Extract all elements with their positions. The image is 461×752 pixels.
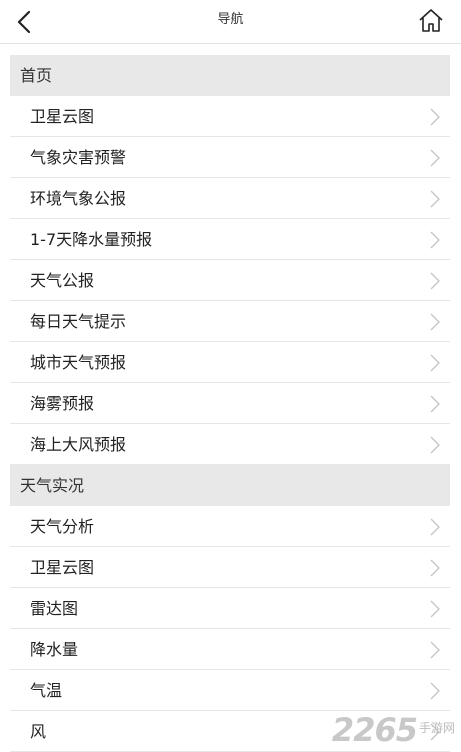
nav-item-label: 雷达图: [30, 599, 79, 618]
nav-item-label: 卫星云图: [30, 558, 95, 577]
nav-item-label: 每日天气提示: [30, 312, 127, 331]
nav-item[interactable]: 海雾预报: [10, 383, 450, 424]
nav-item-label: 城市天气预报: [30, 353, 127, 372]
chevron-left-icon: [17, 10, 31, 34]
chevron-right-icon: [430, 108, 440, 126]
chevron-right-icon: [430, 518, 440, 536]
nav-item[interactable]: 1-7天降水量预报: [10, 219, 450, 260]
chevron-right-icon: [430, 641, 440, 659]
chevron-right-icon: [430, 272, 440, 290]
nav-item[interactable]: 城市天气预报: [10, 342, 450, 383]
chevron-right-icon: [430, 231, 440, 249]
home-button[interactable]: [415, 4, 447, 36]
chevron-right-icon: [430, 682, 440, 700]
nav-item[interactable]: 雷达图: [10, 588, 450, 629]
nav-item-label: 风: [30, 722, 47, 741]
chevron-right-icon: [430, 190, 440, 208]
nav-item[interactable]: 气温: [10, 670, 450, 711]
chevron-right-icon: [430, 354, 440, 372]
section-header: 首页: [10, 55, 450, 96]
nav-item[interactable]: 天气公报: [10, 260, 450, 301]
nav-item[interactable]: 卫星云图: [10, 547, 450, 588]
nav-item[interactable]: 风: [10, 711, 450, 752]
nav-item-label: 海雾预报: [30, 394, 95, 413]
section-header: 天气实况: [10, 465, 450, 506]
nav-item-label: 天气公报: [30, 271, 95, 290]
chevron-right-icon: [430, 436, 440, 454]
nav-list: 首页 卫星云图 气象灾害预警 环境气象公报 1-7天降水量预报 天气公报 每日天气提示 城市天…: [10, 55, 450, 752]
chevron-right-icon: [430, 559, 440, 577]
nav-item[interactable]: 气象灾害预警: [10, 137, 450, 178]
nav-item[interactable]: 天气分析: [10, 506, 450, 547]
nav-item[interactable]: 环境气象公报: [10, 178, 450, 219]
nav-item-label: 卫星云图: [30, 107, 95, 126]
back-button[interactable]: [8, 6, 40, 38]
chevron-right-icon: [430, 313, 440, 331]
nav-item-label: 气温: [30, 681, 63, 700]
nav-item-label: 环境气象公报: [30, 189, 127, 208]
app-screen: 导航 首页 卫星云图 气象灾害预警 环境气象公报 1-7天降水量预报 天气公报 每日天气提示…: [0, 0, 461, 752]
nav-item-label: 海上大风预报: [30, 435, 127, 454]
nav-item-label: 降水量: [30, 640, 79, 659]
chevron-right-icon: [430, 600, 440, 618]
nav-item-label: 天气分析: [30, 517, 95, 536]
nav-item[interactable]: 每日天气提示: [10, 301, 450, 342]
nav-item-label: 气象灾害预警: [30, 148, 127, 167]
home-icon: [419, 9, 443, 32]
nav-item[interactable]: 卫星云图: [10, 96, 450, 137]
chevron-right-icon: [430, 395, 440, 413]
nav-item[interactable]: 降水量: [10, 629, 450, 670]
chevron-right-icon: [430, 149, 440, 167]
chevron-right-icon: [430, 723, 440, 741]
page-title: 导航: [217, 12, 244, 27]
nav-item[interactable]: 海上大风预报: [10, 424, 450, 465]
nav-item-label: 1-7天降水量预报: [30, 230, 153, 249]
top-bar: 导航: [0, 0, 461, 44]
